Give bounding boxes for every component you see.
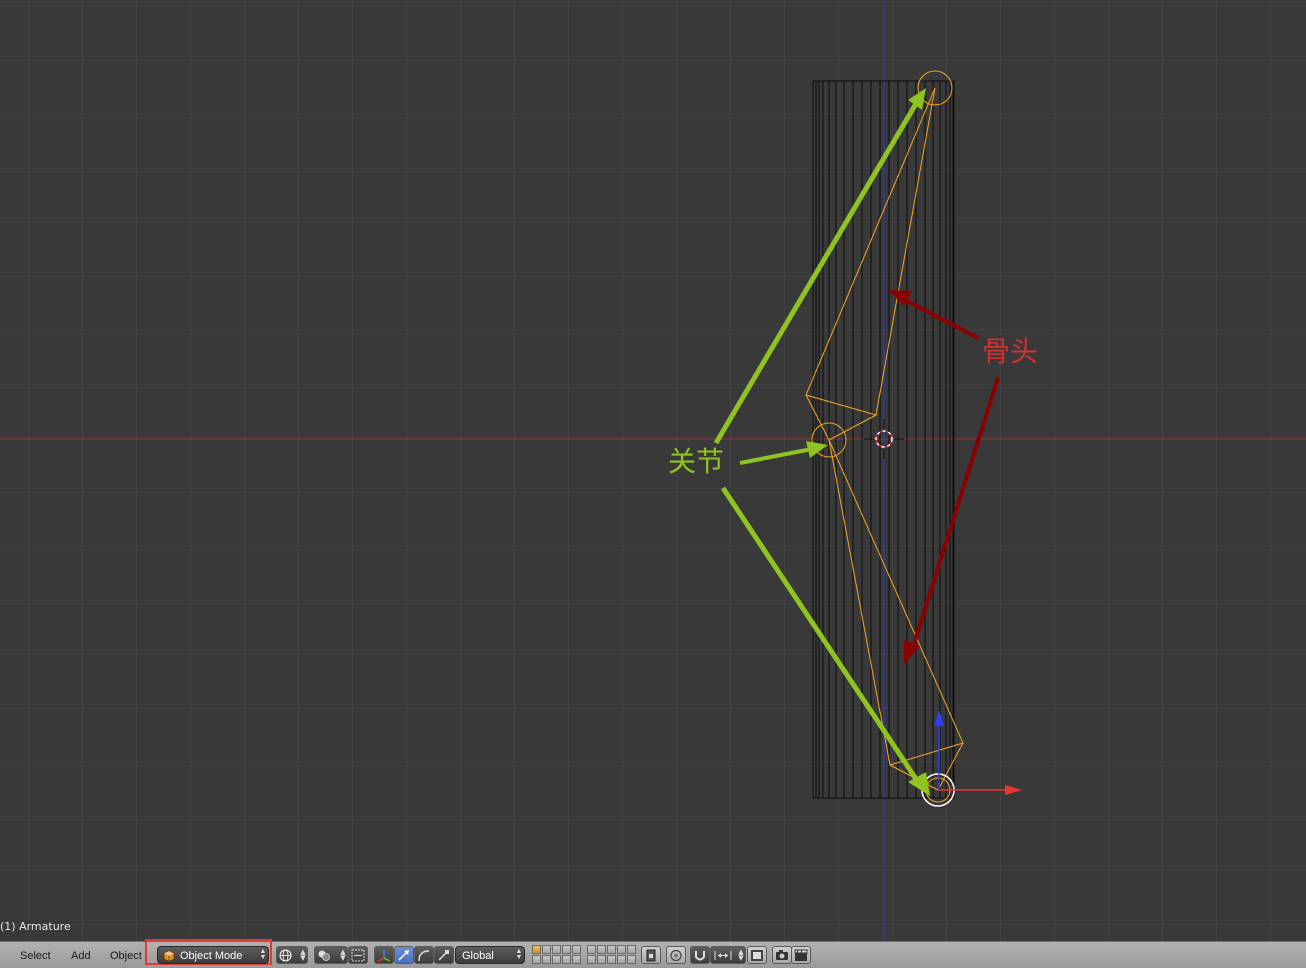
globe-icon (279, 949, 292, 962)
3d-viewport[interactable]: 关节 骨头 (1) Armature (0, 0, 1306, 941)
translate-icon (398, 950, 409, 961)
select-menu[interactable]: Select (20, 950, 51, 962)
layer-toggle[interactable] (552, 945, 561, 954)
active-object-info: (1) Armature (0, 920, 71, 933)
proportional-edit-icon (670, 949, 682, 962)
camera-icon (776, 950, 788, 960)
shading-arrows-icon: ▲ ▼ (300, 948, 306, 962)
layer-toggle[interactable] (617, 945, 626, 954)
layer-toggle[interactable] (562, 955, 571, 964)
lock-layer-icon (646, 949, 656, 962)
render-animation-button[interactable] (791, 946, 811, 964)
snap-target-button[interactable] (747, 946, 767, 964)
layer-toggle[interactable] (562, 945, 571, 954)
snap-magnet-icon (695, 951, 705, 961)
pivot-align-icon (351, 949, 365, 962)
manipulator-toggle-icon (377, 950, 391, 962)
manipulator-toggle-button[interactable] (374, 946, 394, 964)
lower-bone (828, 439, 964, 766)
mode-select-arrows-icon: ▲ ▼ (259, 948, 267, 961)
scale-icon (438, 950, 449, 961)
pivot-arrows-icon: ▲ ▼ (340, 948, 346, 962)
object-cube-icon (163, 950, 175, 962)
layer-toggle[interactable] (572, 955, 581, 964)
add-menu[interactable]: Add (71, 950, 91, 962)
pivot-point-icon (318, 950, 330, 961)
layer-toggle[interactable] (532, 955, 541, 964)
transform-orientation-select[interactable]: Global ▲ ▼ (455, 946, 525, 964)
clapperboard-icon (794, 949, 808, 961)
transform-orientation-value: Global (462, 950, 494, 962)
layer-toggle[interactable] (627, 955, 636, 964)
pivot-point-select[interactable]: ▲ ▼ (314, 946, 348, 964)
viewport-shading-select[interactable]: ▲ ▼ (276, 946, 308, 964)
joint-annotation-label: 关节 (668, 445, 725, 478)
object-menu[interactable]: Object (110, 950, 142, 962)
orientation-arrows-icon: ▲ ▼ (515, 948, 523, 961)
bone-annotation-label: 骨头 (982, 335, 1039, 368)
translate-manipulator-button[interactable] (394, 946, 414, 964)
layer-toggle[interactable] (607, 945, 616, 954)
scene-layers-group-1[interactable] (532, 945, 581, 965)
layer-toggle[interactable] (572, 945, 581, 954)
snap-toggle-button[interactable] (690, 946, 710, 964)
layer-toggle[interactable] (607, 955, 616, 964)
layer-toggle[interactable] (542, 955, 551, 964)
mode-select[interactable]: Object Mode ▲ ▼ (157, 946, 269, 964)
proportional-edit-button[interactable] (666, 946, 686, 964)
layer-toggle[interactable] (597, 955, 606, 964)
mode-select-value: Object Mode (180, 950, 243, 962)
rotate-icon (418, 950, 430, 962)
layer-toggle[interactable] (542, 945, 551, 954)
render-icon (751, 950, 763, 961)
layer-toggle[interactable] (627, 945, 636, 954)
layer-toggle[interactable] (552, 955, 561, 964)
rotate-manipulator-button[interactable] (414, 946, 434, 964)
render-opengl-button[interactable] (772, 946, 792, 964)
snap-arrows-icon: ▲ ▼ (738, 948, 744, 962)
viewport-canvas (0, 0, 1306, 941)
layer-toggle[interactable] (597, 945, 606, 954)
snap-element-select[interactable]: ▲ ▼ (710, 946, 746, 964)
scene-layers-group-2[interactable] (587, 945, 636, 965)
layer-toggle[interactable] (617, 955, 626, 964)
layer-toggle[interactable] (587, 945, 596, 954)
scale-manipulator-button[interactable] (434, 946, 454, 964)
pivot-align-button[interactable] (348, 946, 368, 964)
layer-toggle[interactable] (532, 945, 541, 954)
layer-toggle[interactable] (587, 955, 596, 964)
lock-layer-button[interactable] (641, 946, 661, 964)
snap-element-icon (714, 951, 732, 960)
